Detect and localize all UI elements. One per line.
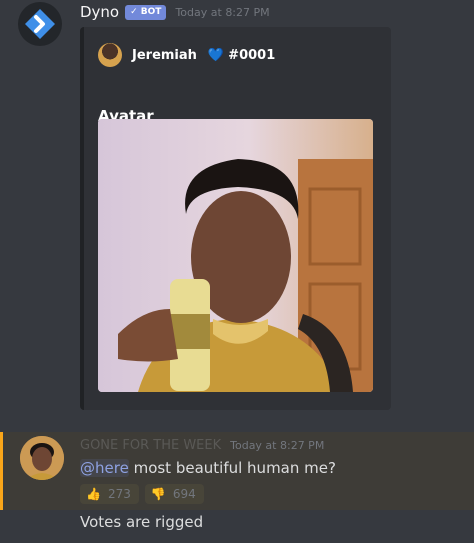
reactions-bar: 👍 273 👎 694	[80, 484, 204, 504]
message-timestamp: Today at 8:27 PM	[175, 5, 270, 19]
user-username[interactable]: GONE FOR THE WEEK	[80, 438, 221, 453]
message-header: GONE FOR THE WEEK Today at 8:27 PM	[80, 438, 324, 453]
thumbs-down-reaction[interactable]: 👎 694	[144, 484, 204, 504]
bot-message: Dyno ✓ BOT Today at 8:27 PM Jeremiah 💙 #…	[0, 0, 474, 420]
embed-avatar-image[interactable]	[98, 119, 373, 392]
bot-username[interactable]: Dyno	[80, 3, 119, 21]
heart-emoji-icon: 💙	[207, 47, 224, 63]
reaction-count: 273	[107, 487, 131, 501]
message-content: @here most beautiful human me?	[80, 459, 336, 477]
thumbs-down-icon: 👎	[150, 487, 166, 501]
thumbs-up-icon: 👍	[86, 487, 101, 501]
bot-tag: ✓ BOT	[125, 4, 167, 20]
followup-message: Votes are rigged	[80, 513, 204, 531]
message-text: most beautiful human me?	[128, 459, 336, 477]
thumbs-up-reaction[interactable]: 👍 273	[80, 484, 139, 504]
embed-author: Jeremiah 💙 #0001	[98, 43, 275, 67]
here-mention[interactable]: @here	[80, 459, 129, 477]
user-avatar-image	[20, 436, 64, 480]
embed-author-avatar	[98, 43, 122, 67]
author-name-text: Jeremiah	[132, 47, 197, 63]
dyno-logo-icon	[25, 9, 55, 39]
reaction-count: 694	[172, 487, 196, 501]
avatar-embed: Jeremiah 💙 #0001 Avatar	[80, 27, 391, 410]
user-avatar[interactable]	[20, 436, 64, 480]
embed-author-name: Jeremiah 💙 #0001	[132, 48, 275, 63]
dyno-avatar[interactable]	[18, 2, 62, 46]
author-discriminator: #0001	[228, 47, 276, 63]
message-timestamp: Today at 8:27 PM	[230, 439, 325, 452]
message-header: Dyno ✓ BOT Today at 8:27 PM	[80, 3, 270, 21]
user-message: GONE FOR THE WEEK Today at 8:27 PM @here…	[0, 432, 474, 510]
avatar-photo	[98, 119, 373, 392]
